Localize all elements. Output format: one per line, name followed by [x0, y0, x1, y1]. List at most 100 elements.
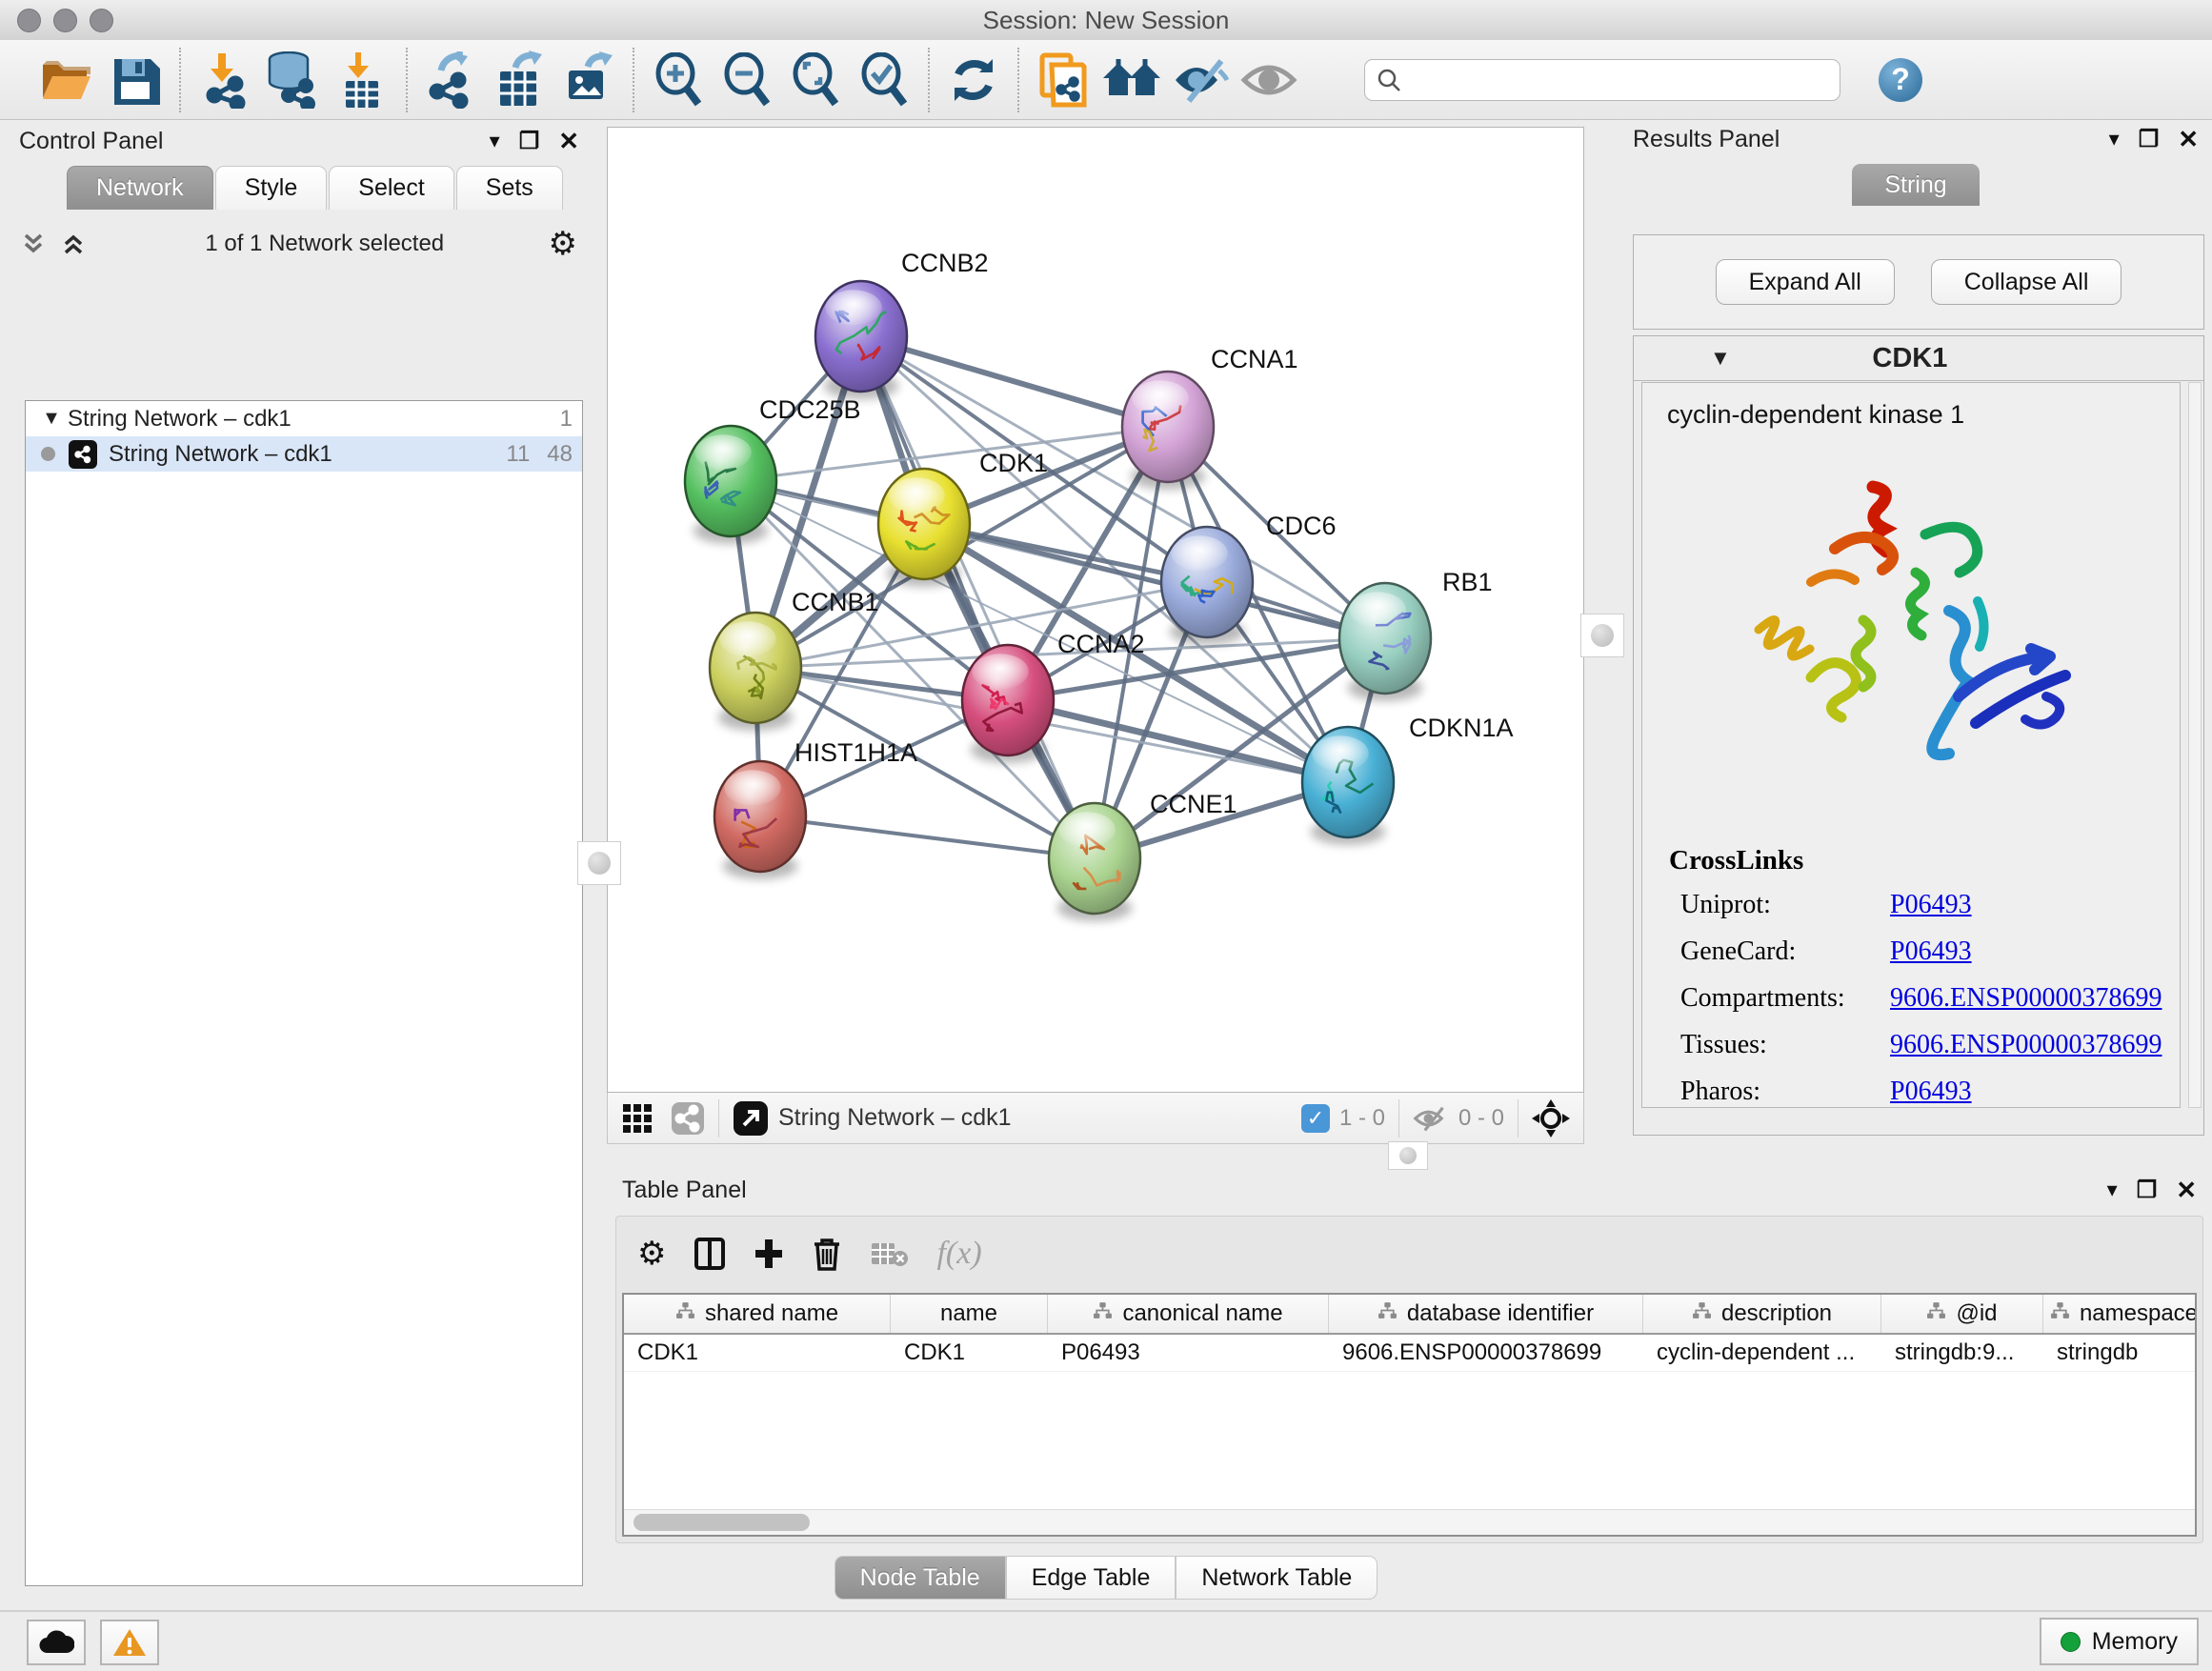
panel-float-icon[interactable]: ❐	[2139, 126, 2160, 153]
panel-close-icon[interactable]: ✕	[2176, 1176, 2197, 1205]
duplicate-network-button[interactable]	[1029, 46, 1097, 114]
show-all-button[interactable]	[1235, 46, 1303, 114]
zoom-selected-button[interactable]	[850, 46, 918, 114]
column-header-description[interactable]: description	[1643, 1295, 1881, 1333]
open-in-window-icon[interactable]	[733, 1100, 769, 1137]
crosslink-link[interactable]: P06493	[1890, 936, 1972, 967]
hide-selected-button[interactable]	[1166, 46, 1235, 114]
left-splitter-handle[interactable]	[577, 841, 621, 885]
network-share-icon[interactable]	[671, 1101, 705, 1136]
node-section-header[interactable]: ▼ CDK1	[1634, 336, 2203, 381]
network-node-CDC6[interactable]	[1161, 527, 1253, 645]
cloud-status-button[interactable]	[27, 1620, 86, 1665]
collapse-all-button[interactable]: Collapse All	[1931, 259, 2122, 305]
minimize-window-button[interactable]	[53, 9, 77, 32]
bottom-splitter-handle[interactable]	[1388, 1141, 1428, 1170]
panel-float-icon[interactable]: ❐	[2137, 1177, 2158, 1204]
tab-network-table[interactable]: Network Table	[1176, 1556, 1377, 1600]
collapse-all-icon[interactable]	[21, 232, 46, 256]
table-row[interactable]: CDK1CDK1P064939606.ENSP00000378699cyclin…	[624, 1335, 2195, 1372]
table-cell[interactable]: CDK1	[624, 1335, 891, 1371]
zoom-in-button[interactable]	[644, 46, 713, 114]
right-splitter-handle[interactable]	[1580, 614, 1624, 657]
show-columns-icon[interactable]	[694, 1238, 725, 1270]
collection-expand-icon[interactable]: ▼	[35, 408, 68, 430]
network-svg[interactable]: CCNB2CCNA1CDC25BCDK1CDC6RB1CCNB1CCNA2CDK…	[608, 128, 1583, 1092]
table-horizontal-scrollbar[interactable]	[624, 1509, 2195, 1535]
section-collapse-icon[interactable]: ▼	[1710, 346, 1731, 371]
network-node-CDC25B[interactable]	[685, 426, 776, 544]
tab-sets[interactable]: Sets	[456, 166, 563, 210]
scrollbar-thumb[interactable]	[633, 1514, 810, 1531]
network-edge[interactable]	[861, 336, 1095, 858]
panel-close-icon[interactable]: ✕	[558, 127, 579, 156]
tab-edge-table[interactable]: Edge Table	[1006, 1556, 1176, 1600]
panel-float-icon[interactable]: ❐	[519, 128, 540, 155]
tab-select[interactable]: Select	[329, 166, 453, 210]
warnings-button[interactable]	[100, 1620, 159, 1665]
import-table-button[interactable]	[328, 46, 396, 114]
table-cell[interactable]: cyclin-dependent ...	[1643, 1335, 1881, 1371]
network-node-CCNE1[interactable]	[1049, 803, 1140, 921]
network-row[interactable]: String Network – cdk1 11 48	[26, 436, 582, 472]
expand-all-button[interactable]: Expand All	[1716, 259, 1895, 305]
hidden-items-icon[interactable]	[1413, 1104, 1449, 1133]
column-header-canonical-name[interactable]: canonical name	[1048, 1295, 1329, 1333]
save-session-button[interactable]	[101, 46, 170, 114]
string-home-button[interactable]	[1097, 46, 1166, 114]
column-header-database-identifier[interactable]: database identifier	[1329, 1295, 1643, 1333]
network-node-CCNA2[interactable]	[962, 645, 1054, 763]
table-cell[interactable]: stringdb:9...	[1881, 1335, 2043, 1371]
table-cell[interactable]: 9606.ENSP00000378699	[1329, 1335, 1643, 1371]
panel-menu-icon[interactable]: ▾	[490, 129, 500, 153]
column-header-name[interactable]: name	[891, 1295, 1048, 1333]
table-cell[interactable]: P06493	[1048, 1335, 1329, 1371]
memory-button[interactable]: Memory	[2040, 1618, 2199, 1665]
help-button[interactable]: ?	[1879, 58, 1922, 102]
network-node-CCNB2[interactable]	[815, 281, 907, 399]
tab-style[interactable]: Style	[215, 166, 328, 210]
network-node-CCNA1[interactable]	[1122, 372, 1214, 490]
table-cell[interactable]: stringdb	[2043, 1335, 2197, 1371]
import-network-file-button[interactable]	[191, 46, 259, 114]
zoom-out-button[interactable]	[713, 46, 781, 114]
selected-items-checkbox[interactable]: ✓	[1301, 1104, 1330, 1133]
panel-menu-icon[interactable]: ▾	[2109, 127, 2120, 151]
table-settings-gear-icon[interactable]: ⚙	[637, 1235, 666, 1273]
panel-menu-icon[interactable]: ▾	[2107, 1178, 2118, 1202]
tab-network[interactable]: Network	[67, 166, 213, 210]
crosslink-link[interactable]: P06493	[1890, 890, 1972, 920]
network-node-HIST1H1A[interactable]	[714, 761, 806, 879]
network-edge[interactable]	[861, 336, 1168, 427]
export-table-button[interactable]	[486, 46, 554, 114]
open-session-button[interactable]	[32, 46, 101, 114]
import-network-database-button[interactable]	[259, 46, 328, 114]
refresh-button[interactable]	[939, 46, 1008, 114]
column-header-namespace[interactable]: namespace	[2043, 1295, 2197, 1333]
zoom-fit-button[interactable]	[781, 46, 850, 114]
network-node-CDKN1A[interactable]	[1302, 727, 1394, 845]
network-node-CDK1[interactable]	[878, 469, 970, 587]
crosslink-link[interactable]: P06493	[1890, 1077, 1972, 1107]
maximize-window-button[interactable]	[90, 9, 113, 32]
network-node-RB1[interactable]	[1339, 583, 1431, 701]
crosslink-link[interactable]: 9606.ENSP00000378699	[1890, 1030, 2162, 1060]
tab-node-table[interactable]: Node Table	[835, 1556, 1006, 1600]
network-edge[interactable]	[760, 816, 1095, 858]
export-network-button[interactable]	[417, 46, 486, 114]
pan-crosshair-icon[interactable]	[1532, 1099, 1570, 1137]
search-input[interactable]	[1411, 66, 1828, 94]
add-column-icon[interactable]	[754, 1238, 784, 1270]
network-node-CCNB1[interactable]	[710, 613, 801, 731]
results-scrollbar[interactable]	[2188, 382, 2202, 1108]
crosslink-link[interactable]: 9606.ENSP00000378699	[1890, 983, 2162, 1014]
panel-close-icon[interactable]: ✕	[2178, 125, 2199, 154]
network-options-gear-icon[interactable]: ⚙	[549, 228, 577, 260]
delete-column-icon[interactable]	[813, 1237, 841, 1271]
network-canvas[interactable]: CCNB2CCNA1CDC25BCDK1CDC6RB1CCNB1CCNA2CDK…	[607, 127, 1584, 1093]
tab-string[interactable]: String	[1852, 164, 1979, 206]
table-cell[interactable]: CDK1	[891, 1335, 1048, 1371]
export-image-button[interactable]	[554, 46, 623, 114]
network-collection-row[interactable]: ▼ String Network – cdk1 1	[26, 401, 582, 436]
column-header--id[interactable]: @id	[1881, 1295, 2043, 1333]
